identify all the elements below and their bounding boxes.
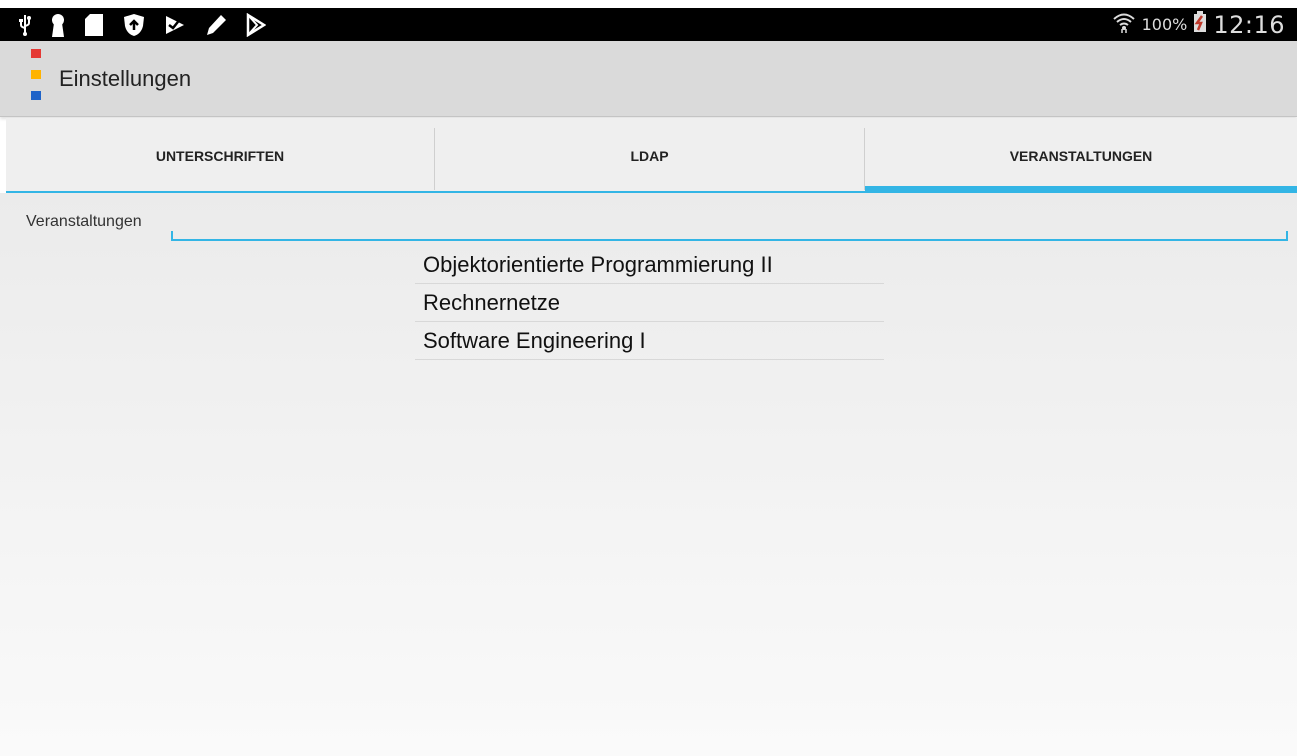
list-item[interactable]: Software Engineering I: [415, 322, 884, 360]
usb-icon: [18, 14, 32, 36]
keyhole-icon: [50, 13, 66, 37]
selected-tab-indicator: [865, 186, 1297, 193]
tab-veranstaltungen[interactable]: VERANSTALTUNGEN: [865, 118, 1297, 193]
list-item[interactable]: Objektorientierte Programmierung II: [415, 246, 884, 284]
action-bar: Einstellungen: [0, 41, 1297, 117]
input-underline-tick: [171, 231, 173, 241]
status-bar: 100% 12:16: [0, 8, 1297, 41]
battery-icon: [1193, 11, 1207, 38]
sim-card-icon: [84, 13, 104, 37]
tab-ldap[interactable]: LDAP: [435, 118, 864, 193]
battery-percent: 100%: [1141, 15, 1188, 34]
clock: 12:16: [1213, 10, 1285, 39]
tasks-check-icon: [164, 13, 186, 37]
play-store-icon: [246, 12, 266, 37]
veranstaltungen-input[interactable]: [171, 203, 1288, 241]
wifi-icon: [1112, 10, 1136, 39]
list-item-label: Software Engineering I: [423, 327, 646, 353]
tab-label: VERANSTALTUNGEN: [1009, 147, 1153, 164]
notification-icons: [18, 12, 266, 37]
shield-update-icon: [122, 13, 146, 37]
course-list: Objektorientierte Programmierung II Rech…: [415, 246, 884, 360]
tab-label: LDAP: [630, 147, 669, 164]
pen-icon: [204, 13, 228, 37]
tab-label: UNTERSCHRIFTEN: [155, 147, 285, 164]
app-logo-icon[interactable]: [31, 49, 43, 101]
settings-content: Veranstaltungen Objektorientierte Progra…: [0, 193, 1297, 756]
veranstaltungen-label: Veranstaltungen: [26, 213, 142, 230]
system-icons: 100% 12:16: [1112, 8, 1285, 41]
input-underline-tick: [1286, 231, 1288, 241]
tab-unterschriften[interactable]: UNTERSCHRIFTEN: [6, 118, 434, 193]
tab-bar: UNTERSCHRIFTEN LDAP VERANSTALTUNGEN: [6, 118, 1297, 193]
list-item-label: Rechnernetze: [423, 289, 560, 315]
page-title: Einstellungen: [59, 66, 192, 91]
list-item-label: Objektorientierte Programmierung II: [423, 251, 773, 277]
list-item[interactable]: Rechnernetze: [415, 284, 884, 322]
